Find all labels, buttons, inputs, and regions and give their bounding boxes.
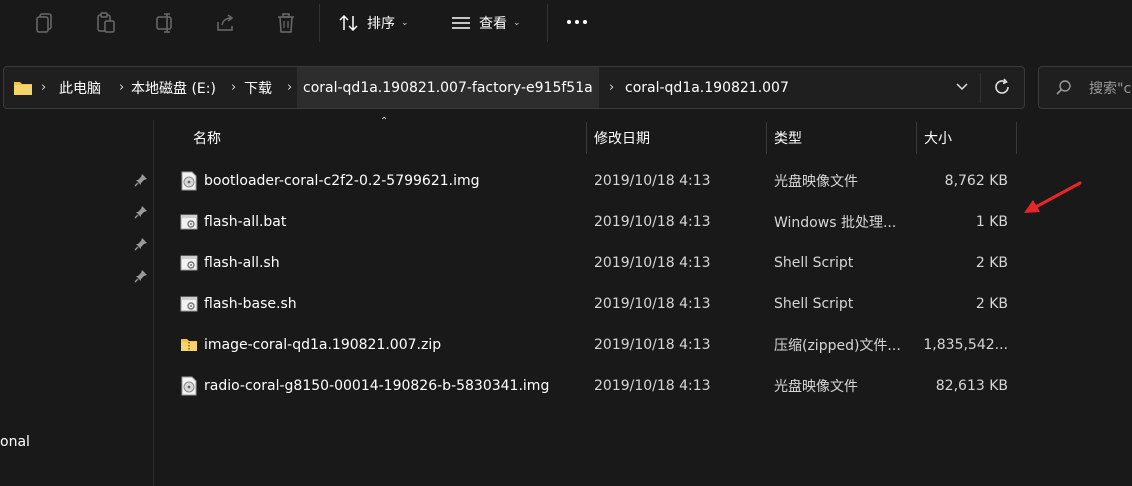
file-date: 2019/10/18 4:13 — [594, 213, 711, 230]
annotation-arrow-icon — [1024, 181, 1082, 213]
chevron-right-icon: › — [609, 80, 615, 95]
chevron-down-icon: ⌄ — [401, 18, 409, 28]
file-date: 2019/10/18 4:13 — [594, 254, 711, 271]
file-type: Windows 批处理... — [774, 214, 897, 231]
file-size: 2 KB — [975, 254, 1008, 271]
file-size: 2 KB — [975, 295, 1008, 312]
search-icon — [1056, 80, 1071, 95]
search-placeholder: 搜索"c — [1089, 80, 1132, 97]
refresh-icon[interactable] — [992, 77, 1012, 97]
column-header-size[interactable]: 大小 — [924, 120, 952, 156]
address-separator — [980, 73, 981, 103]
script-file-icon — [180, 296, 198, 312]
folder-icon — [14, 82, 32, 95]
file-name: flash-base.sh — [204, 295, 297, 312]
address-bar[interactable]: › 此电脑 › 本地磁盘 (E:) › 下载 › coral-qd1a.1908… — [3, 66, 1025, 109]
script-file-icon — [180, 255, 198, 271]
toolbar-separator — [547, 4, 548, 42]
file-row[interactable]: bootloader-coral-c2f2-0.2-5799621.img 20… — [170, 160, 1016, 201]
search-input[interactable]: 搜索"c — [1038, 66, 1132, 109]
file-date: 2019/10/18 4:13 — [594, 295, 711, 312]
nav-item-label[interactable]: onal — [0, 434, 30, 450]
file-type: Shell Script — [774, 254, 854, 271]
file-type: Shell Script — [774, 295, 854, 312]
sort-icon — [339, 14, 358, 32]
file-date: 2019/10/18 4:13 — [594, 336, 711, 353]
delete-icon[interactable] — [274, 11, 298, 35]
file-name: flash-all.sh — [204, 254, 280, 271]
pin-icon[interactable] — [134, 269, 148, 283]
file-size: 1 KB — [975, 213, 1008, 230]
file-row[interactable]: flash-all.bat 2019/10/18 4:13 Windows 批处… — [170, 201, 1016, 242]
file-name: flash-all.bat — [204, 213, 287, 230]
breadcrumb-downloads[interactable]: 下载 — [244, 67, 272, 108]
breadcrumb-current-folder[interactable]: coral-qd1a.190821.007 — [625, 67, 789, 108]
chevron-right-icon: › — [119, 80, 125, 95]
column-header-date[interactable]: 修改日期 — [594, 120, 650, 156]
pin-icon[interactable] — [134, 205, 148, 219]
file-name: radio-coral-g8150-00014-190826-b-5830341… — [204, 377, 550, 394]
chevron-right-icon: › — [287, 80, 293, 95]
rename-icon[interactable] — [154, 11, 178, 35]
command-bar: 排序 ⌄ 查看 ⌄ — [0, 0, 1132, 46]
view-button[interactable]: 查看 ⌄ — [451, 10, 521, 36]
file-row[interactable]: flash-base.sh 2019/10/18 4:13 Shell Scri… — [170, 283, 1016, 324]
file-size: 8,762 KB — [944, 172, 1008, 189]
pin-icon[interactable] — [134, 173, 148, 187]
chevron-right-icon: › — [231, 80, 237, 95]
copy-icon[interactable] — [33, 11, 57, 35]
file-size: 1,835,542... — [923, 336, 1008, 353]
column-divider[interactable] — [766, 122, 767, 154]
share-icon[interactable] — [214, 11, 238, 35]
file-type: 压缩(zipped)文件... — [774, 337, 901, 354]
file-name: bootloader-coral-c2f2-0.2-5799621.img — [204, 172, 480, 189]
toolbar-separator — [319, 4, 320, 42]
file-name: image-coral-qd1a.190821.007.zip — [204, 336, 442, 353]
navigation-pane — [0, 120, 153, 486]
disc-image-icon — [181, 376, 197, 396]
view-label: 查看 — [479, 16, 507, 32]
column-divider[interactable] — [586, 122, 587, 154]
chevron-down-icon[interactable] — [954, 80, 970, 94]
disc-image-icon — [181, 171, 197, 191]
file-row[interactable]: image-coral-qd1a.190821.007.zip 2019/10/… — [170, 324, 1016, 365]
script-file-icon — [180, 214, 198, 230]
nav-pane-divider[interactable] — [153, 120, 154, 486]
paste-icon[interactable] — [94, 11, 118, 35]
zip-folder-icon — [181, 339, 197, 351]
file-type: 光盘映像文件 — [774, 378, 858, 395]
sort-button[interactable]: 排序 ⌄ — [339, 10, 409, 36]
column-divider[interactable] — [916, 122, 917, 154]
sort-ascending-icon: ⌃ — [380, 116, 389, 127]
file-row[interactable]: flash-all.sh 2019/10/18 4:13 Shell Scrip… — [170, 242, 1016, 283]
view-list-icon — [452, 17, 470, 29]
file-size: 82,613 KB — [935, 377, 1008, 394]
column-divider[interactable] — [1016, 122, 1017, 154]
sort-label: 排序 — [367, 16, 395, 32]
column-header-type[interactable]: 类型 — [774, 120, 802, 156]
chevron-right-icon: › — [41, 80, 47, 95]
breadcrumb-this-pc[interactable]: 此电脑 — [59, 67, 101, 108]
chevron-down-icon: ⌄ — [513, 18, 521, 28]
breadcrumb-drive-e[interactable]: 本地磁盘 (E:) — [131, 67, 216, 108]
file-date: 2019/10/18 4:13 — [594, 377, 711, 394]
file-type: 光盘映像文件 — [774, 173, 858, 190]
pin-icon[interactable] — [134, 237, 148, 251]
breadcrumb-factory-folder[interactable]: coral-qd1a.190821.007-factory-e915f51a — [297, 67, 599, 108]
file-date: 2019/10/18 4:13 — [594, 172, 711, 189]
file-row[interactable]: radio-coral-g8150-00014-190826-b-5830341… — [170, 365, 1016, 406]
column-header-name[interactable]: 名称 — [193, 120, 221, 156]
more-icon[interactable] — [567, 20, 587, 24]
